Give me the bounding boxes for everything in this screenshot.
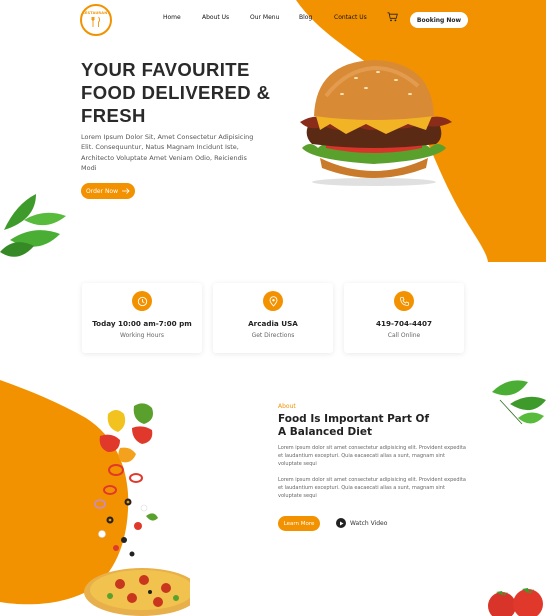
call-online-link[interactable]: Call Online: [388, 332, 420, 339]
order-now-button[interactable]: Order Now: [81, 183, 135, 199]
working-hours-subtitle: Working Hours: [120, 332, 164, 339]
basil-leaves-image: [0, 194, 66, 257]
get-directions-link[interactable]: Get Directions: [252, 332, 295, 339]
clock-icon: [132, 291, 152, 311]
location-title: Arcadia USA: [248, 319, 298, 328]
working-hours-title: Today 10:00 am-7:00 pm: [92, 319, 192, 328]
nav-item-blog[interactable]: Blog: [299, 14, 312, 21]
hero-description: Lorem Ipsum Dolor Sit, Amet Consectetur …: [81, 133, 254, 173]
watch-video-label: Watch Video: [350, 519, 388, 527]
nav-item-home[interactable]: Home: [163, 14, 181, 21]
phone-number: 419-704-4407: [376, 319, 432, 328]
location-card[interactable]: Arcadia USA Get Directions: [213, 283, 333, 353]
hero-title: YOUR FAVOURITE FOOD DELIVERED & FRESH: [81, 59, 271, 126]
phone-icon: [394, 291, 414, 311]
basil-leaves-right-image: [492, 380, 546, 425]
nav-item-our-menu[interactable]: Our Menu: [250, 14, 279, 21]
about-title: Food Is Important Part Of A Balanced Die…: [278, 413, 430, 438]
restaurant-logo[interactable]: RESTAURANT: [80, 4, 112, 36]
tomatoes-image: [488, 588, 543, 616]
location-pin-icon: [263, 291, 283, 311]
play-icon: [336, 518, 346, 528]
about-paragraph-2: Lorem ipsum dolor sit amet consectetur a…: [278, 477, 466, 499]
working-hours-card: Today 10:00 am-7:00 pm Working Hours: [82, 283, 202, 353]
about-paragraph-1: Lorem ipsum dolor sit amet consectetur a…: [278, 445, 466, 467]
learn-more-button[interactable]: Learn More: [278, 516, 320, 531]
arrow-right-icon: [122, 188, 130, 194]
fork-knife-icon: [91, 16, 101, 27]
booking-now-button[interactable]: Booking Now: [410, 12, 468, 28]
watch-video-button[interactable]: Watch Video: [336, 518, 387, 528]
order-now-label: Order Now: [85, 187, 119, 195]
phone-card[interactable]: 419-704-4407 Call Online: [344, 283, 464, 353]
hero-orange-background: [296, 0, 546, 262]
nav-item-contact-us[interactable]: Contact Us: [334, 14, 367, 21]
nav-item-about-us[interactable]: About Us: [202, 14, 229, 21]
landing-page: RESTAURANT Home About Us Our Menu Blog C…: [0, 0, 546, 616]
about-section-label: About: [278, 403, 296, 410]
vegetables-pizza-image: [84, 403, 190, 616]
burger-image: [300, 60, 452, 186]
shopping-cart-icon[interactable]: [387, 12, 398, 22]
